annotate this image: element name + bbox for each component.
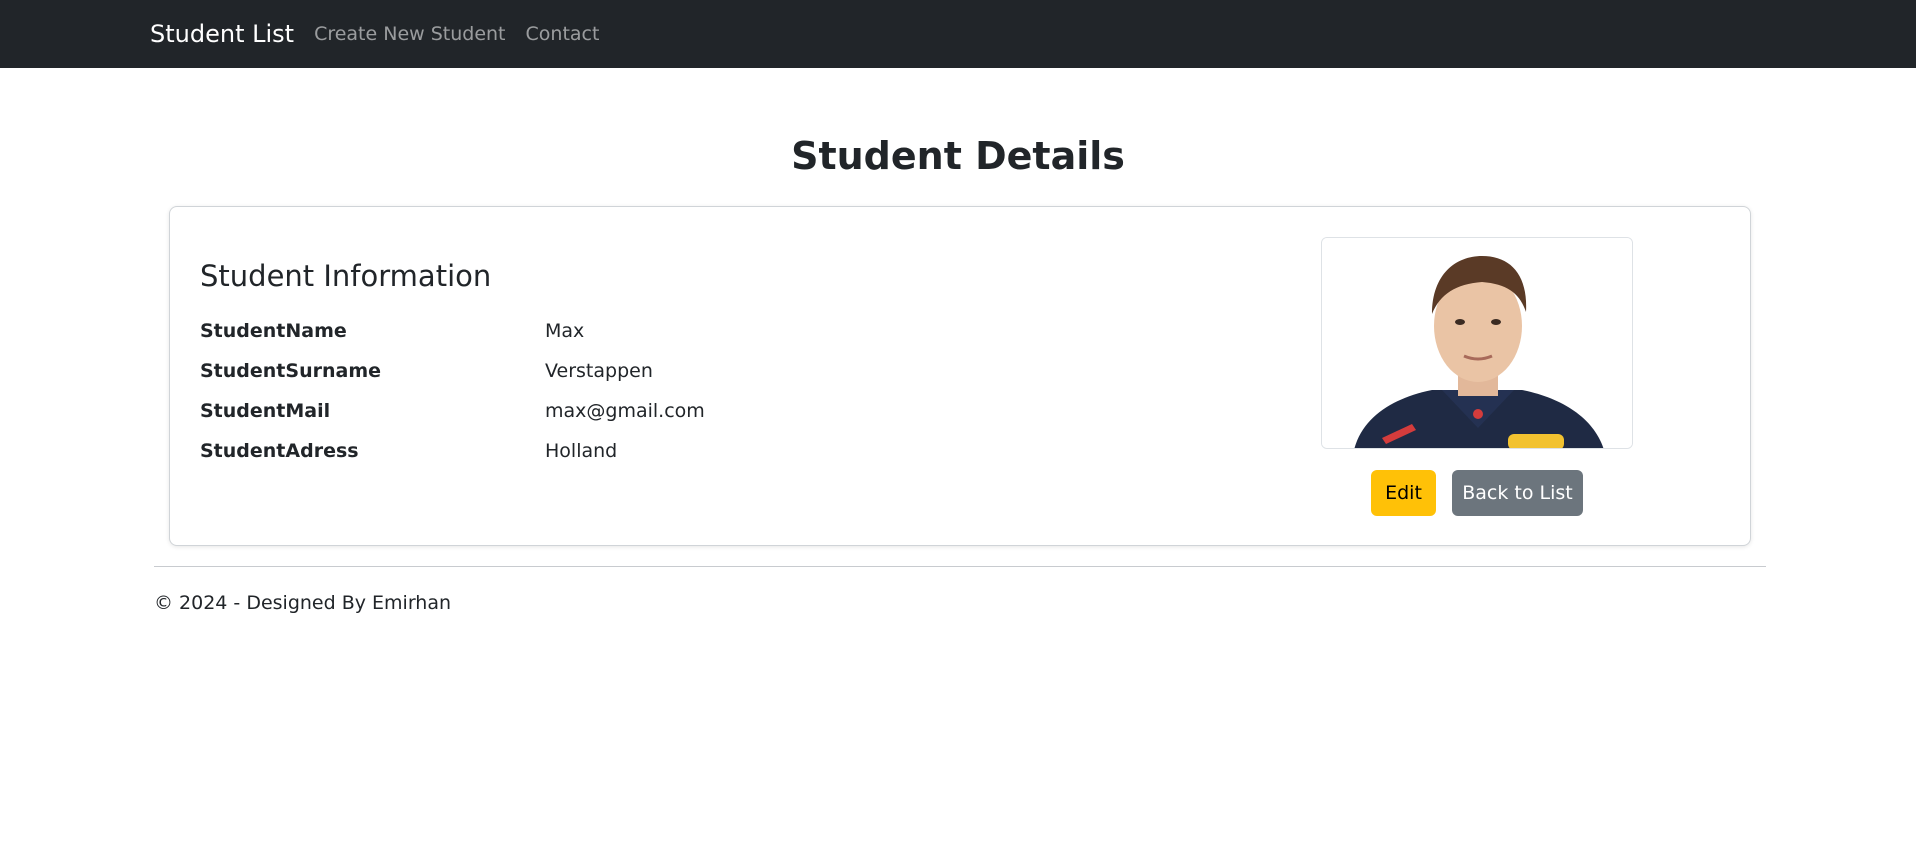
field-row-address: StudentAdress Holland: [200, 431, 705, 471]
student-details-card: Student Information StudentName Max Stud…: [169, 206, 1751, 546]
field-row-mail: StudentMail max@gmail.com: [200, 391, 705, 431]
field-label: StudentMail: [200, 400, 331, 422]
field-label: StudentAdress: [200, 440, 359, 462]
top-navbar: Student List Create New Student Contact: [0, 0, 1916, 68]
field-row-name: StudentName Max: [200, 311, 705, 351]
field-value: Verstappen: [545, 360, 653, 382]
field-value: Max: [545, 320, 585, 342]
back-to-list-button[interactable]: Back to List: [1452, 470, 1583, 516]
student-info-section: Student Information StudentName Max Stud…: [200, 259, 705, 471]
student-photo: [1321, 237, 1633, 449]
field-value: Holland: [545, 440, 618, 462]
field-label: StudentSurname: [200, 360, 382, 382]
field-value: max@gmail.com: [545, 400, 705, 422]
nav-contact[interactable]: Contact: [526, 23, 600, 45]
student-portrait-image: [1322, 238, 1632, 448]
field-row-surname: StudentSurname Verstappen: [200, 351, 705, 391]
brand-link[interactable]: Student List: [150, 20, 294, 48]
nav-create-new-student[interactable]: Create New Student: [314, 23, 505, 45]
edit-button[interactable]: Edit: [1371, 470, 1436, 516]
field-label: StudentName: [200, 320, 347, 342]
footer-divider: [154, 566, 1766, 567]
page-title: Student Details: [791, 134, 1125, 178]
section-title: Student Information: [200, 259, 492, 293]
footer-text: © 2024 - Designed By Emirhan: [154, 592, 452, 614]
